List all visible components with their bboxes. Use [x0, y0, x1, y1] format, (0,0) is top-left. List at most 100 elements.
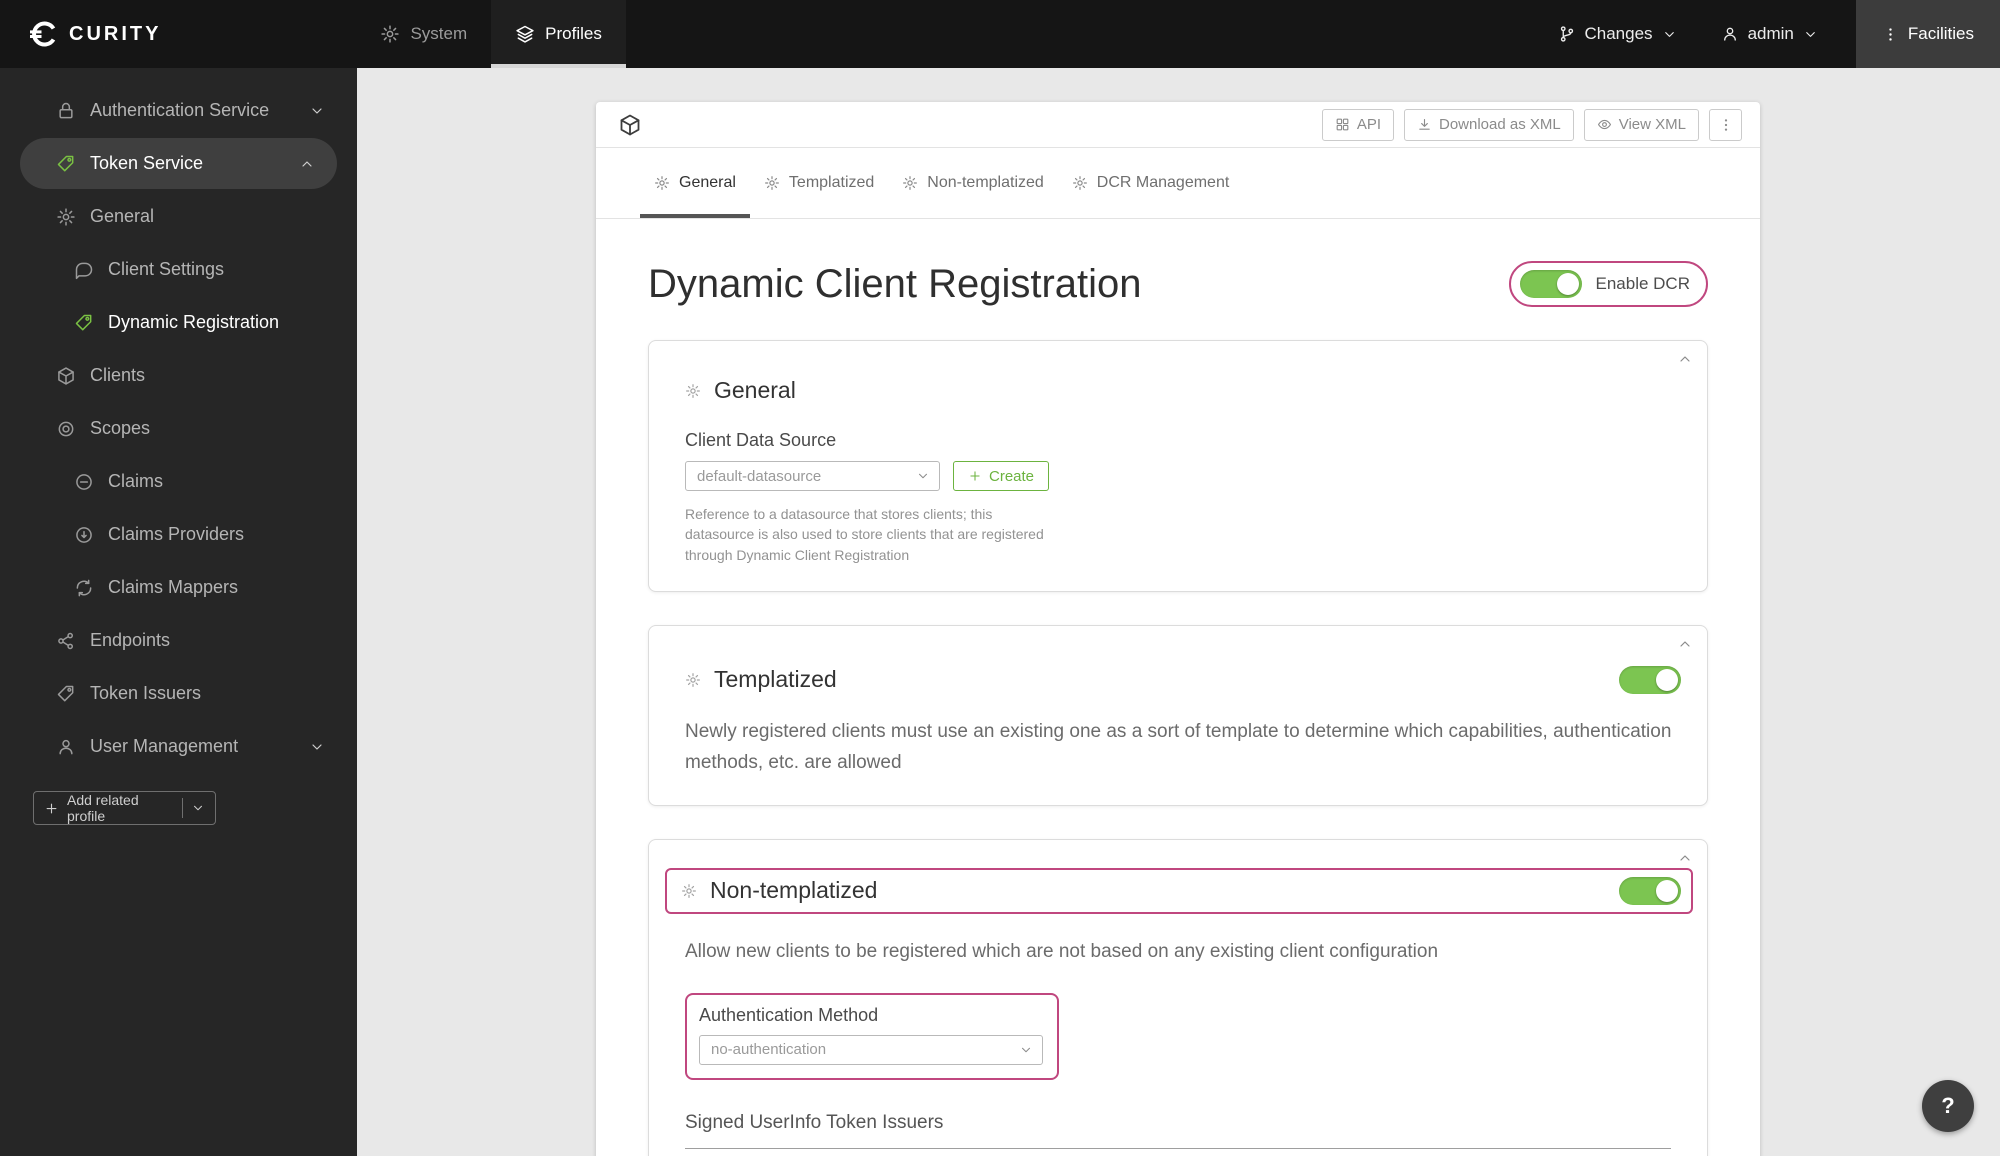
sidebar-item-label: Scopes	[90, 418, 151, 438]
gear-icon	[56, 207, 76, 227]
eye-icon	[1597, 117, 1612, 132]
chevron-down-icon	[309, 103, 325, 119]
tab-non-templatized[interactable]: Non-templatized	[888, 148, 1058, 218]
tag-icon	[74, 313, 94, 333]
collapse-section-button[interactable]	[1677, 636, 1693, 657]
sidebar-item-claims[interactable]: Claims	[0, 455, 357, 508]
sidebar-item-label: Claims Mappers	[108, 577, 239, 597]
circle-line-icon	[74, 472, 94, 492]
authentication-method-group: Authentication Method no-authentication	[685, 992, 1059, 1080]
admin-label: admin	[1747, 24, 1794, 43]
sidebar-item-claims-providers[interactable]: Claims Providers	[0, 508, 357, 561]
create-button-label: Create	[989, 467, 1035, 485]
share-icon	[56, 631, 76, 651]
add-related-profile-button[interactable]: Add related profile	[33, 791, 216, 825]
admin-menu[interactable]: admin	[1699, 24, 1840, 44]
client-data-source-select[interactable]: default-datasource	[685, 461, 940, 491]
non-templatized-toggle[interactable]	[1619, 876, 1681, 905]
chevron-down-icon	[1662, 27, 1677, 42]
view-xml-button[interactable]: View XML	[1583, 108, 1699, 141]
sidebar-item-token-issuers[interactable]: Token Issuers	[0, 667, 357, 720]
tab-dcr-management[interactable]: DCR Management	[1058, 148, 1244, 218]
chevron-down-icon	[1803, 27, 1818, 42]
gear-icon	[654, 175, 670, 191]
view-xml-label: View XML	[1618, 116, 1686, 133]
sidebar-item-claims-mappers[interactable]: Claims Mappers	[0, 561, 357, 614]
gear-icon	[685, 672, 701, 688]
tab-profiles[interactable]: Profiles	[491, 0, 626, 68]
api-button[interactable]: API	[1321, 108, 1394, 141]
download-as-xml-button[interactable]: Download as XML	[1404, 108, 1574, 141]
tag-icon	[56, 154, 76, 174]
tab-non-templatized-label: Non-templatized	[927, 174, 1044, 191]
signed-userinfo-token-issuers-label: Signed UserInfo Token Issuers	[685, 1111, 944, 1133]
sidebar-item-label: Client Settings	[108, 259, 225, 279]
enable-dcr-toggle[interactable]	[1519, 270, 1582, 298]
chevron-up-icon	[299, 156, 315, 172]
sidebar-item-label: Token Issuers	[90, 683, 202, 703]
target-icon	[56, 419, 76, 439]
tab-system-label: System	[410, 24, 468, 43]
kebab-icon	[1882, 26, 1899, 43]
user-icon	[1721, 25, 1739, 43]
curity-logo-icon	[30, 21, 56, 47]
chevron-up-icon	[1677, 351, 1693, 367]
topbar-right-group: Changes admin Facilities	[1536, 0, 2000, 68]
sidebar-item-authentication-service[interactable]: Authentication Service	[0, 84, 357, 137]
sidebar-item-label: Claims	[108, 471, 164, 491]
sidebar-item-clients[interactable]: Clients	[0, 349, 357, 402]
changes-menu[interactable]: Changes	[1536, 24, 1699, 44]
circle-down-icon	[74, 525, 94, 545]
sidebar-item-label: Dynamic Registration	[108, 312, 280, 332]
top-navigation-bar: CURITY System Profiles Changes admin Fac…	[0, 0, 2000, 68]
authentication-method-label: Authentication Method	[699, 1004, 879, 1025]
plus-icon	[968, 469, 982, 483]
card-content: Dynamic Client Registration Enable DCR G…	[596, 261, 1760, 1156]
card-tabs: General Templatized Non-templatized DCR …	[596, 148, 1760, 219]
section-non-templatized-title: Non-templatized	[710, 877, 878, 904]
create-button[interactable]: Create	[953, 461, 1050, 491]
sidebar-item-label: Endpoints	[90, 630, 171, 650]
section-general-heading-row: General	[685, 377, 1687, 404]
tab-general[interactable]: General	[640, 148, 750, 218]
gear-icon	[681, 883, 697, 899]
sidebar-item-user-management[interactable]: User Management	[0, 720, 357, 773]
signed-userinfo-token-issuers-field[interactable]	[685, 1147, 1671, 1149]
loop-icon	[74, 578, 94, 598]
sidebar-item-label: Claims Providers	[108, 524, 245, 544]
chevron-up-icon	[1677, 850, 1693, 866]
sidebar-item-scopes[interactable]: Scopes	[0, 402, 357, 455]
download-as-xml-label: Download as XML	[1439, 116, 1561, 133]
tab-system[interactable]: System	[356, 0, 491, 68]
sidebar-item-general[interactable]: General	[0, 190, 357, 243]
sidebar-item-label: Token Service	[90, 153, 204, 173]
add-related-profile-label: Add related profile	[67, 792, 139, 824]
sidebar-item-label: General	[90, 206, 155, 226]
client-data-source-value: default-datasource	[697, 467, 822, 485]
more-options-button[interactable]	[1709, 108, 1742, 141]
grid-icon	[1335, 117, 1350, 132]
sidebar-item-token-service[interactable]: Token Service	[20, 138, 337, 189]
help-button[interactable]: ?	[1922, 1080, 1974, 1132]
sidebar-item-client-settings[interactable]: Client Settings	[0, 243, 357, 296]
section-templatized-title: Templatized	[714, 666, 837, 693]
sidebar-item-dynamic-registration[interactable]: Dynamic Registration	[0, 296, 357, 349]
templatized-toggle[interactable]	[1619, 665, 1681, 694]
authentication-method-select[interactable]: no-authentication	[699, 1034, 1043, 1065]
curity-logo[interactable]: CURITY	[0, 20, 161, 48]
authentication-method-value: no-authentication	[711, 1041, 827, 1059]
tab-templatized[interactable]: Templatized	[750, 148, 888, 218]
collapse-section-button[interactable]	[1677, 351, 1693, 372]
lock-icon	[56, 101, 76, 121]
gear-icon	[685, 383, 701, 399]
collapse-section-button[interactable]	[1677, 850, 1693, 871]
tab-dcr-management-label: DCR Management	[1096, 174, 1230, 191]
top-tabs: System Profiles	[356, 0, 626, 68]
kebab-icon	[1718, 117, 1734, 133]
sidebar-item-endpoints[interactable]: Endpoints	[0, 614, 357, 667]
facilities-button[interactable]: Facilities	[1855, 0, 2000, 68]
sidebar-item-label: User Management	[90, 736, 239, 756]
header-actions: API Download as XML View XML	[1321, 108, 1742, 141]
api-button-label: API	[1356, 116, 1381, 133]
download-icon	[1417, 117, 1432, 132]
